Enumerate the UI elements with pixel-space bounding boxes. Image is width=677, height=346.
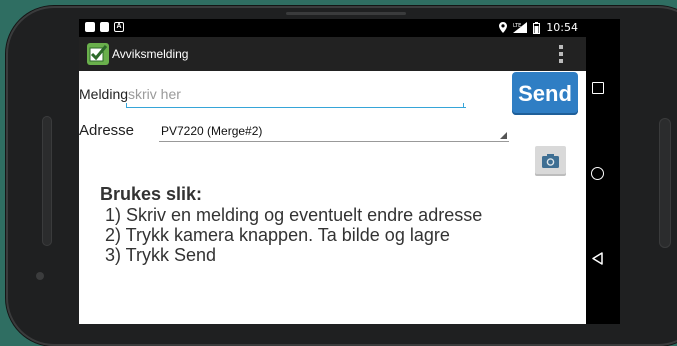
input-underline-tick-left	[126, 103, 127, 108]
adresse-spinner[interactable]: PV7220 (Merge#2)	[159, 121, 509, 142]
melding-label: Melding	[79, 86, 129, 102]
instructions: Brukes slik: 1) Skriv en melding og even…	[100, 184, 482, 265]
front-camera-icon	[36, 272, 44, 280]
status-bar: A LTE 10:54	[79, 19, 586, 37]
speaker-grille-right	[659, 118, 671, 248]
status-time: 10:54	[546, 21, 578, 34]
main-content: Melding Send Adresse PV7220 (Merge#2) Br…	[79, 71, 586, 324]
checkmark-app-icon[interactable]	[87, 43, 109, 65]
melding-input[interactable]	[126, 81, 466, 108]
instructions-title: Brukes slik:	[100, 184, 203, 204]
battery-icon	[533, 21, 541, 34]
back-icon[interactable]	[592, 252, 603, 265]
overflow-menu-icon[interactable]	[558, 45, 564, 63]
adresse-selected-value: PV7220 (Merge#2)	[161, 124, 263, 138]
app-title: Avviksmelding	[112, 47, 189, 61]
dropdown-triangle-icon	[500, 132, 507, 139]
camera-icon	[542, 154, 559, 168]
navigation-bar	[586, 19, 620, 324]
location-icon	[499, 22, 508, 33]
notification-square-icon	[85, 22, 95, 32]
sd-card-icon	[100, 22, 109, 32]
a-notification-icon: A	[114, 22, 124, 32]
svg-text:LTE: LTE	[513, 23, 521, 29]
instruction-step-1: 1) Skriv en melding og eventuelt endre a…	[105, 205, 483, 225]
speaker-grille-left	[42, 116, 52, 246]
home-icon[interactable]	[591, 167, 604, 180]
lte-signal-icon: LTE	[513, 22, 528, 33]
device-screen: A LTE 10:54 Avviksmelding Melding Send A…	[79, 19, 586, 324]
camera-button[interactable]	[535, 146, 566, 176]
instruction-step-2: 2) Trykk kamera knappen. Ta bilde og lag…	[105, 225, 450, 245]
phone-top-edge	[286, 12, 406, 15]
instruction-step-3: 3) Trykk Send	[105, 245, 217, 265]
adresse-label: Adresse	[79, 122, 135, 139]
input-underline-tick-right	[463, 103, 464, 108]
recents-icon[interactable]	[592, 82, 604, 94]
send-button[interactable]: Send	[512, 72, 578, 115]
action-bar: Avviksmelding	[79, 37, 586, 71]
